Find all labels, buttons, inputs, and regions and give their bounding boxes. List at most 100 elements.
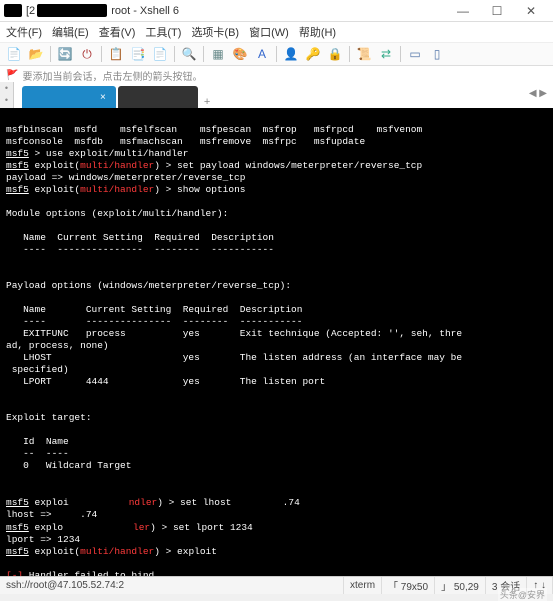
redacted-icon bbox=[4, 4, 22, 17]
script-icon[interactable]: 📜 bbox=[356, 46, 372, 62]
maximize-button[interactable]: ☐ bbox=[485, 4, 509, 18]
menu-tabs[interactable]: 选项卡(B) bbox=[191, 24, 239, 40]
t-line: ad, process, none) bbox=[6, 340, 109, 351]
color-icon[interactable]: 🎨 bbox=[232, 46, 248, 62]
t-line: Handler failed to bind bbox=[23, 570, 154, 576]
tile-icon[interactable]: ▭ bbox=[407, 46, 423, 62]
menu-file[interactable]: 文件(F) bbox=[6, 24, 42, 40]
t-line: ) > set lport 1234 bbox=[150, 522, 253, 533]
font-icon[interactable]: A bbox=[254, 46, 270, 62]
menu-edit[interactable]: 编辑(E) bbox=[52, 24, 89, 40]
tab-add-button[interactable]: + bbox=[204, 96, 210, 108]
menu-help[interactable]: 帮助(H) bbox=[299, 24, 336, 40]
toolbar: 📄 📂 🔄 ⏻ 📋 📑 📄 🔍 ▦ 🎨 A 👤 🔑 🔒 📜 ⇄ ▭ ▯ bbox=[0, 42, 553, 66]
find-icon[interactable]: 🔍 bbox=[181, 46, 197, 62]
redacted-tab-label bbox=[32, 91, 92, 103]
t-line: Exploit target: bbox=[6, 412, 92, 423]
hint-text: 要添加当前会话，点击左侧的箭头按钮。 bbox=[22, 68, 202, 83]
watermark: 头条@安界 bbox=[498, 588, 547, 601]
menu-view[interactable]: 查看(V) bbox=[99, 24, 136, 40]
properties-icon[interactable]: 📋 bbox=[108, 46, 124, 62]
lock-icon[interactable]: 🔒 bbox=[327, 46, 343, 62]
menu-tools[interactable]: 工具(T) bbox=[145, 24, 181, 40]
t-module: ler bbox=[133, 522, 150, 533]
t-line: Module options (exploit/multi/handler): bbox=[6, 208, 228, 219]
cascade-icon[interactable]: ▯ bbox=[429, 46, 445, 62]
paste-icon[interactable]: 📄 bbox=[152, 46, 168, 62]
t-prompt: msf5 bbox=[6, 148, 29, 159]
status-size: 「 79x50 bbox=[382, 577, 435, 594]
t-prompt: msf5 bbox=[6, 184, 29, 195]
tab-session-1[interactable]: × bbox=[22, 86, 116, 108]
t-prompt: msf5 bbox=[6, 497, 29, 508]
t-line: exploit( bbox=[29, 184, 80, 195]
t-module: multi/handler bbox=[80, 184, 154, 195]
t-line: Payload options (windows/meterpreter/rev… bbox=[6, 280, 291, 291]
window-controls: — ☐ ✕ bbox=[445, 4, 549, 18]
t-line: Id Name bbox=[6, 436, 69, 447]
user-icon[interactable]: 👤 bbox=[283, 46, 299, 62]
title-bar: [2 root - Xshell 6 — ☐ ✕ bbox=[0, 0, 553, 22]
toolbar-sep-3 bbox=[174, 46, 175, 62]
t-module: multi/handler bbox=[80, 160, 154, 171]
t-line: -- ---- bbox=[6, 448, 69, 459]
redacted-tab-label-2 bbox=[128, 92, 178, 102]
flag-icon: 🚩 bbox=[6, 70, 18, 81]
side-gutter: •• bbox=[0, 82, 14, 108]
t-line: specified) bbox=[6, 364, 69, 375]
t-line: exploit( bbox=[29, 546, 80, 557]
disconnect-icon[interactable]: ⏻ bbox=[79, 46, 95, 62]
t-line: ) > exploit bbox=[154, 546, 217, 557]
t-line: Name Current Setting Required Descriptio… bbox=[6, 304, 302, 315]
status-term: xterm bbox=[344, 577, 382, 594]
toolbar-sep-4 bbox=[203, 46, 204, 62]
hint-bar: 🚩 要添加当前会话，点击左侧的箭头按钮。 bbox=[0, 66, 553, 84]
t-module: multi/handler bbox=[80, 546, 154, 557]
t-line: payload => windows/meterpreter/reverse_t… bbox=[6, 172, 245, 183]
t-prompt: msf5 bbox=[6, 522, 29, 533]
t-prompt: msf5 bbox=[6, 160, 29, 171]
t-line: lhost => .74 bbox=[6, 509, 97, 520]
menu-window[interactable]: 窗口(W) bbox=[249, 24, 289, 40]
menu-bar: 文件(F) 编辑(E) 查看(V) 工具(T) 选项卡(B) 窗口(W) 帮助(… bbox=[0, 22, 553, 42]
tab-session-2[interactable] bbox=[118, 86, 198, 108]
t-line: LHOST yes The listen address (an interfa… bbox=[6, 352, 462, 363]
title-suffix: root - Xshell 6 bbox=[111, 5, 179, 17]
status-pos: 」 50,29 bbox=[435, 577, 486, 594]
t-line: msfconsole msfdb msfmachscan msfremove m… bbox=[6, 136, 365, 147]
tab-close-icon[interactable]: × bbox=[100, 92, 106, 103]
toolbar-sep-2 bbox=[101, 46, 102, 62]
title-prefix: [2 bbox=[26, 5, 35, 17]
redacted-title bbox=[37, 4, 107, 17]
t-line: exploi bbox=[29, 497, 69, 508]
t-line: LPORT 4444 yes The listen port bbox=[6, 376, 325, 387]
t-line: exploit( bbox=[29, 160, 80, 171]
toolbar-sep-6 bbox=[349, 46, 350, 62]
t-line: msfbinscan msfd msfelfscan msfpescan msf… bbox=[6, 124, 422, 135]
status-bar: ssh://root@47.105.52.74:2 xterm 「 79x50 … bbox=[0, 576, 553, 594]
t-line: Name Current Setting Required Descriptio… bbox=[6, 232, 274, 243]
layout-icon[interactable]: ▦ bbox=[210, 46, 226, 62]
open-icon[interactable]: 📂 bbox=[28, 46, 44, 62]
t-line: 0 Wildcard Target bbox=[6, 460, 131, 471]
t-module: ndler bbox=[129, 497, 158, 508]
close-button[interactable]: ✕ bbox=[519, 4, 543, 18]
t-line: ) > show options bbox=[154, 184, 245, 195]
transfer-icon[interactable]: ⇄ bbox=[378, 46, 394, 62]
t-line: ---- --------------- -------- ----------… bbox=[6, 244, 274, 255]
minimize-button[interactable]: — bbox=[451, 4, 475, 18]
terminal[interactable]: msfbinscan msfd msfelfscan msfpescan msf… bbox=[0, 108, 553, 576]
toolbar-sep bbox=[50, 46, 51, 62]
t-line: ) > set payload windows/meterpreter/reve… bbox=[154, 160, 422, 171]
t-line: ---- --------------- -------- ----------… bbox=[6, 316, 302, 327]
tab-strip: •• × + ◀ ▶ bbox=[0, 84, 553, 108]
copy-icon[interactable]: 📑 bbox=[130, 46, 146, 62]
tab-nav[interactable]: ◀ ▶ bbox=[529, 88, 547, 99]
key-icon[interactable]: 🔑 bbox=[305, 46, 321, 62]
new-session-icon[interactable]: 📄 bbox=[6, 46, 22, 62]
status-ssh: ssh://root@47.105.52.74:2 bbox=[0, 577, 344, 594]
t-line: explo bbox=[29, 522, 63, 533]
toolbar-sep-5 bbox=[276, 46, 277, 62]
t-prompt: msf5 bbox=[6, 546, 29, 557]
reconnect-icon[interactable]: 🔄 bbox=[57, 46, 73, 62]
